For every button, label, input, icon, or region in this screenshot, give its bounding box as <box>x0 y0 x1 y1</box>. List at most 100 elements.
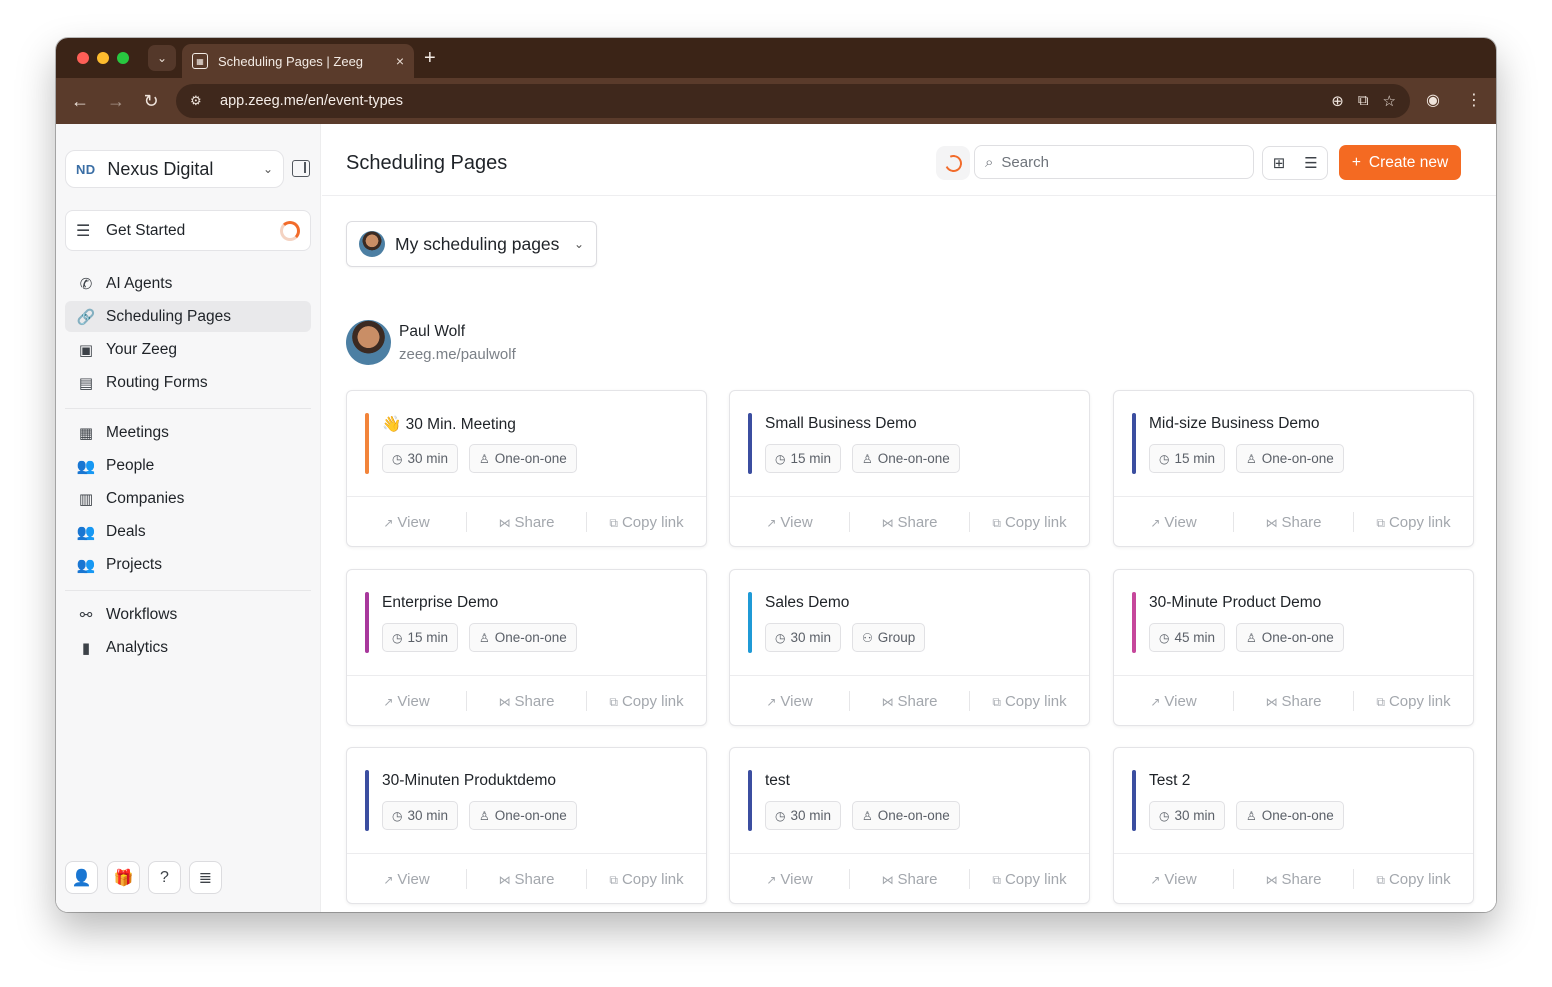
copy-link-button[interactable]: ⧉ Copy link <box>1354 693 1473 710</box>
view-button[interactable]: ↗ View <box>730 514 849 531</box>
view-button[interactable]: ↗ View <box>1114 693 1233 710</box>
view-button[interactable]: ↗ View <box>1114 871 1233 888</box>
more-menu-icon[interactable]: ⋮ <box>1466 89 1482 113</box>
close-icon[interactable]: × <box>396 53 404 69</box>
site-settings-icon[interactable]: ⚙ <box>190 93 210 109</box>
scheduling-page-card[interactable]: test ◷ 30 min ♙ One-on-one ↗ View ⋈ Share ⧉ Copy l… <box>729 747 1090 904</box>
card-title[interactable]: 👋 30 Min. Meeting <box>382 415 516 434</box>
view-button[interactable]: ↗ View <box>1114 514 1233 531</box>
card-body[interactable]: 👋 30 Min. Meeting ◷ 30 min ♙ One-on-one <box>347 391 706 497</box>
scheduling-page-card[interactable]: Enterprise Demo ◷ 15 min ♙ One-on-one ↗ View ⋈ S… <box>346 569 707 726</box>
copy-link-button[interactable]: ⧉ Copy link <box>970 693 1089 710</box>
share-button[interactable]: ⋈ Share <box>467 871 586 888</box>
duration-label: 30 min <box>407 451 449 466</box>
share-button[interactable]: ⋈ Share <box>1234 693 1353 710</box>
collapse-sidebar-icon[interactable] <box>292 160 310 177</box>
card-body[interactable]: Small Business Demo ◷ 15 min ♙ One-on-one <box>730 391 1089 497</box>
copy-link-button[interactable]: ⧉ Copy link <box>970 514 1089 531</box>
share-button[interactable]: ⋈ Share <box>850 693 969 710</box>
help-button[interactable]: ? <box>148 861 181 894</box>
search-input[interactable] <box>1001 153 1222 171</box>
scheduling-page-card[interactable]: Small Business Demo ◷ 15 min ♙ One-on-one ↗ Vi… <box>729 390 1090 547</box>
bookmark-star-icon[interactable]: ☆ <box>1383 92 1396 110</box>
install-app-icon[interactable]: ⧉ <box>1358 92 1369 110</box>
grid-view-icon[interactable]: ⊞ <box>1263 147 1295 179</box>
minimize-window-button[interactable] <box>97 52 109 64</box>
card-body[interactable]: 30-Minuten Produktdemo ◷ 30 min ♙ One-on-one <box>347 748 706 854</box>
share-button[interactable]: ⋈ Share <box>1234 514 1353 531</box>
address-bar[interactable]: ⚙ app.zeeg.me/en/event-types ⊕ ⧉ ☆ <box>176 84 1410 118</box>
profile-icon[interactable]: ◉ <box>1426 89 1440 113</box>
forward-arrow-icon[interactable]: → <box>104 89 128 113</box>
share-button[interactable]: ⋈ Share <box>850 514 969 531</box>
card-title[interactable]: 30-Minute Product Demo <box>1149 594 1321 612</box>
sidebar-item-your-zeeg[interactable]: ▣ Your Zeeg <box>65 334 311 365</box>
scheduling-page-card[interactable]: Mid-size Business Demo ◷ 15 min ♙ One-on-one… <box>1113 390 1474 547</box>
card-title[interactable]: Small Business Demo <box>765 415 917 433</box>
card-title[interactable]: Sales Demo <box>765 594 849 612</box>
copy-link-button[interactable]: ⧉ Copy link <box>587 693 706 710</box>
workspace-switcher[interactable]: ND Nexus Digital ⌄ <box>65 150 284 188</box>
copy-link-button[interactable]: ⧉ Copy link <box>587 871 706 888</box>
share-button[interactable]: ⋈ Share <box>467 693 586 710</box>
card-body[interactable]: Sales Demo ◷ 30 min ⚇ Group <box>730 570 1089 676</box>
view-button[interactable]: ↗ View <box>730 693 849 710</box>
view-button[interactable]: ↗ View <box>347 693 466 710</box>
list-view-icon[interactable]: ☰ <box>1295 147 1327 179</box>
scheduling-page-card[interactable]: 30-Minute Product Demo ◷ 45 min ♙ One-on-one… <box>1113 569 1474 726</box>
copy-link-button[interactable]: ⧉ Copy link <box>970 871 1089 888</box>
tab-search-button[interactable]: ⌄ <box>148 45 176 71</box>
card-title[interactable]: Enterprise Demo <box>382 594 498 612</box>
sidebar-item-meetings[interactable]: ▦ Meetings <box>65 417 311 448</box>
card-body[interactable]: test ◷ 30 min ♙ One-on-one <box>730 748 1089 854</box>
back-arrow-icon[interactable]: ← <box>68 89 92 113</box>
sidebar-item-ai-agents[interactable]: ✆ AI Agents <box>65 268 311 299</box>
invite-user-button[interactable]: 👤 <box>65 861 98 894</box>
scheduling-page-card[interactable]: Sales Demo ◷ 30 min ⚇ Group ↗ View ⋈ Share ⧉ Copy … <box>729 569 1090 726</box>
card-body[interactable]: Enterprise Demo ◷ 15 min ♙ One-on-one <box>347 570 706 676</box>
copy-link-button[interactable]: ⧉ Copy link <box>1354 871 1473 888</box>
scheduling-page-card[interactable]: Test 2 ◷ 30 min ♙ One-on-one ↗ View ⋈ Share ⧉ Copy… <box>1113 747 1474 904</box>
browser-tab-active[interactable]: ▦ Scheduling Pages | Zeeg × <box>182 44 414 78</box>
share-button[interactable]: ⋈ Share <box>850 871 969 888</box>
scheduling-page-card[interactable]: 👋 30 Min. Meeting ◷ 30 min ♙ One-on-one ↗ View… <box>346 390 707 547</box>
owner-link[interactable]: zeeg.me/paulwolf <box>399 346 516 363</box>
get-started-button[interactable]: ☰ Get Started <box>65 210 311 251</box>
card-title[interactable]: test <box>765 772 790 790</box>
gift-button[interactable]: 🎁 <box>107 861 140 894</box>
zoom-icon[interactable]: ⊕ <box>1331 92 1344 110</box>
sidebar-item-projects[interactable]: 👥 Projects <box>65 549 311 580</box>
share-button[interactable]: ⋈ Share <box>467 514 586 531</box>
card-title[interactable]: 30-Minuten Produktdemo <box>382 772 556 790</box>
plus-icon: + <box>1351 153 1361 171</box>
new-tab-button[interactable]: + <box>424 46 436 70</box>
copy-link-button[interactable]: ⧉ Copy link <box>587 514 706 531</box>
sidebar-item-scheduling-pages[interactable]: 🔗 Scheduling Pages <box>65 301 311 332</box>
sidebar-item-deals[interactable]: 👥 Deals <box>65 516 311 547</box>
sidebar-item-companies[interactable]: ▥ Companies <box>65 483 311 514</box>
sidebar-item-analytics[interactable]: ▮ Analytics <box>65 632 311 663</box>
scheduling-pages-filter[interactable]: My scheduling pages ⌄ <box>346 221 597 267</box>
card-title[interactable]: Mid-size Business Demo <box>1149 415 1320 433</box>
search-box[interactable]: ⌕ <box>974 145 1254 179</box>
sidebar-item-routing-forms[interactable]: ▤ Routing Forms <box>65 367 311 398</box>
browser-tabbar: ⌄ ▦ Scheduling Pages | Zeeg × + <box>56 38 1496 78</box>
card-body[interactable]: Mid-size Business Demo ◷ 15 min ♙ One-on-one <box>1114 391 1473 497</box>
scheduling-page-card[interactable]: 30-Minuten Produktdemo ◷ 30 min ♙ One-on-one… <box>346 747 707 904</box>
card-body[interactable]: 30-Minute Product Demo ◷ 45 min ♙ One-on-one <box>1114 570 1473 676</box>
close-window-button[interactable] <box>77 52 89 64</box>
sidebar-item-people[interactable]: 👥 People <box>65 450 311 481</box>
card-title[interactable]: Test 2 <box>1149 772 1190 790</box>
card-body[interactable]: Test 2 ◷ 30 min ♙ One-on-one <box>1114 748 1473 854</box>
share-button[interactable]: ⋈ Share <box>1234 871 1353 888</box>
create-new-button[interactable]: + Create new <box>1339 145 1461 180</box>
reload-icon[interactable]: ↻ <box>139 89 163 113</box>
view-button[interactable]: ↗ View <box>730 871 849 888</box>
copy-link-button[interactable]: ⧉ Copy link <box>1354 514 1473 531</box>
address-url[interactable]: app.zeeg.me/en/event-types <box>220 93 1331 109</box>
billing-button[interactable]: ≣ <box>189 861 222 894</box>
view-button[interactable]: ↗ View <box>347 871 466 888</box>
view-button[interactable]: ↗ View <box>347 514 466 531</box>
sidebar-item-workflows[interactable]: ⚯ Workflows <box>65 599 311 630</box>
maximize-window-button[interactable] <box>117 52 129 64</box>
